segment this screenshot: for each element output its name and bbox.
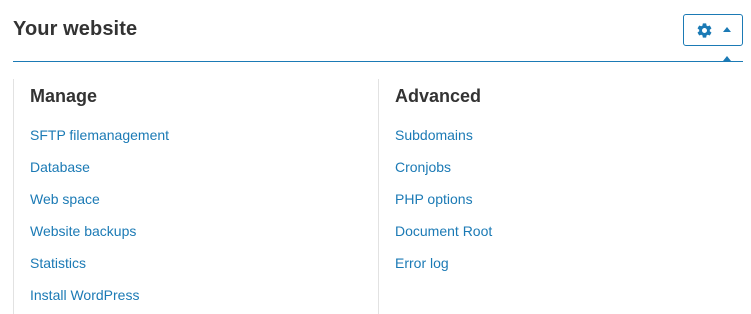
link-error-log[interactable]: Error log — [395, 255, 449, 271]
list-item: Install WordPress — [30, 287, 169, 314]
link-website-backups[interactable]: Website backups — [30, 223, 136, 239]
advanced-link-list: Subdomains Cronjobs PHP options Document… — [395, 127, 492, 287]
advanced-title: Advanced — [395, 86, 482, 106]
link-document-root[interactable]: Document Root — [395, 223, 492, 239]
list-item: Database — [30, 159, 169, 191]
header: Your website — [0, 0, 751, 62]
list-item: SFTP filemanagement — [30, 127, 169, 159]
list-item: Error log — [395, 255, 492, 287]
settings-dropdown-button[interactable] — [683, 14, 743, 46]
link-web-space[interactable]: Web space — [30, 191, 100, 207]
list-item: Subdomains — [395, 127, 492, 159]
page-title: Your website — [13, 18, 138, 40]
list-item: Statistics — [30, 255, 169, 287]
list-item: PHP options — [395, 191, 492, 223]
list-item: Cronjobs — [395, 159, 492, 191]
list-item: Document Root — [395, 223, 492, 255]
manage-panel: Manage SFTP filemanagement Database Web … — [13, 79, 378, 314]
link-database[interactable]: Database — [30, 159, 90, 175]
caret-up-icon — [722, 27, 731, 32]
manage-link-list: SFTP filemanagement Database Web space W… — [30, 127, 169, 314]
gear-icon — [697, 22, 711, 38]
link-statistics[interactable]: Statistics — [30, 255, 86, 271]
header-divider — [13, 61, 743, 62]
link-install-wordpress[interactable]: Install WordPress — [30, 287, 139, 303]
link-subdomains[interactable]: Subdomains — [395, 127, 473, 143]
advanced-panel: Advanced Subdomains Cronjobs PHP options… — [378, 79, 743, 314]
link-sftp-filemanagement[interactable]: SFTP filemanagement — [30, 127, 169, 143]
link-php-options[interactable]: PHP options — [395, 191, 473, 207]
link-cronjobs[interactable]: Cronjobs — [395, 159, 451, 175]
list-item: Web space — [30, 191, 169, 223]
manage-title: Manage — [30, 86, 98, 106]
list-item: Website backups — [30, 223, 169, 255]
dropdown-pointer-icon — [723, 56, 731, 61]
